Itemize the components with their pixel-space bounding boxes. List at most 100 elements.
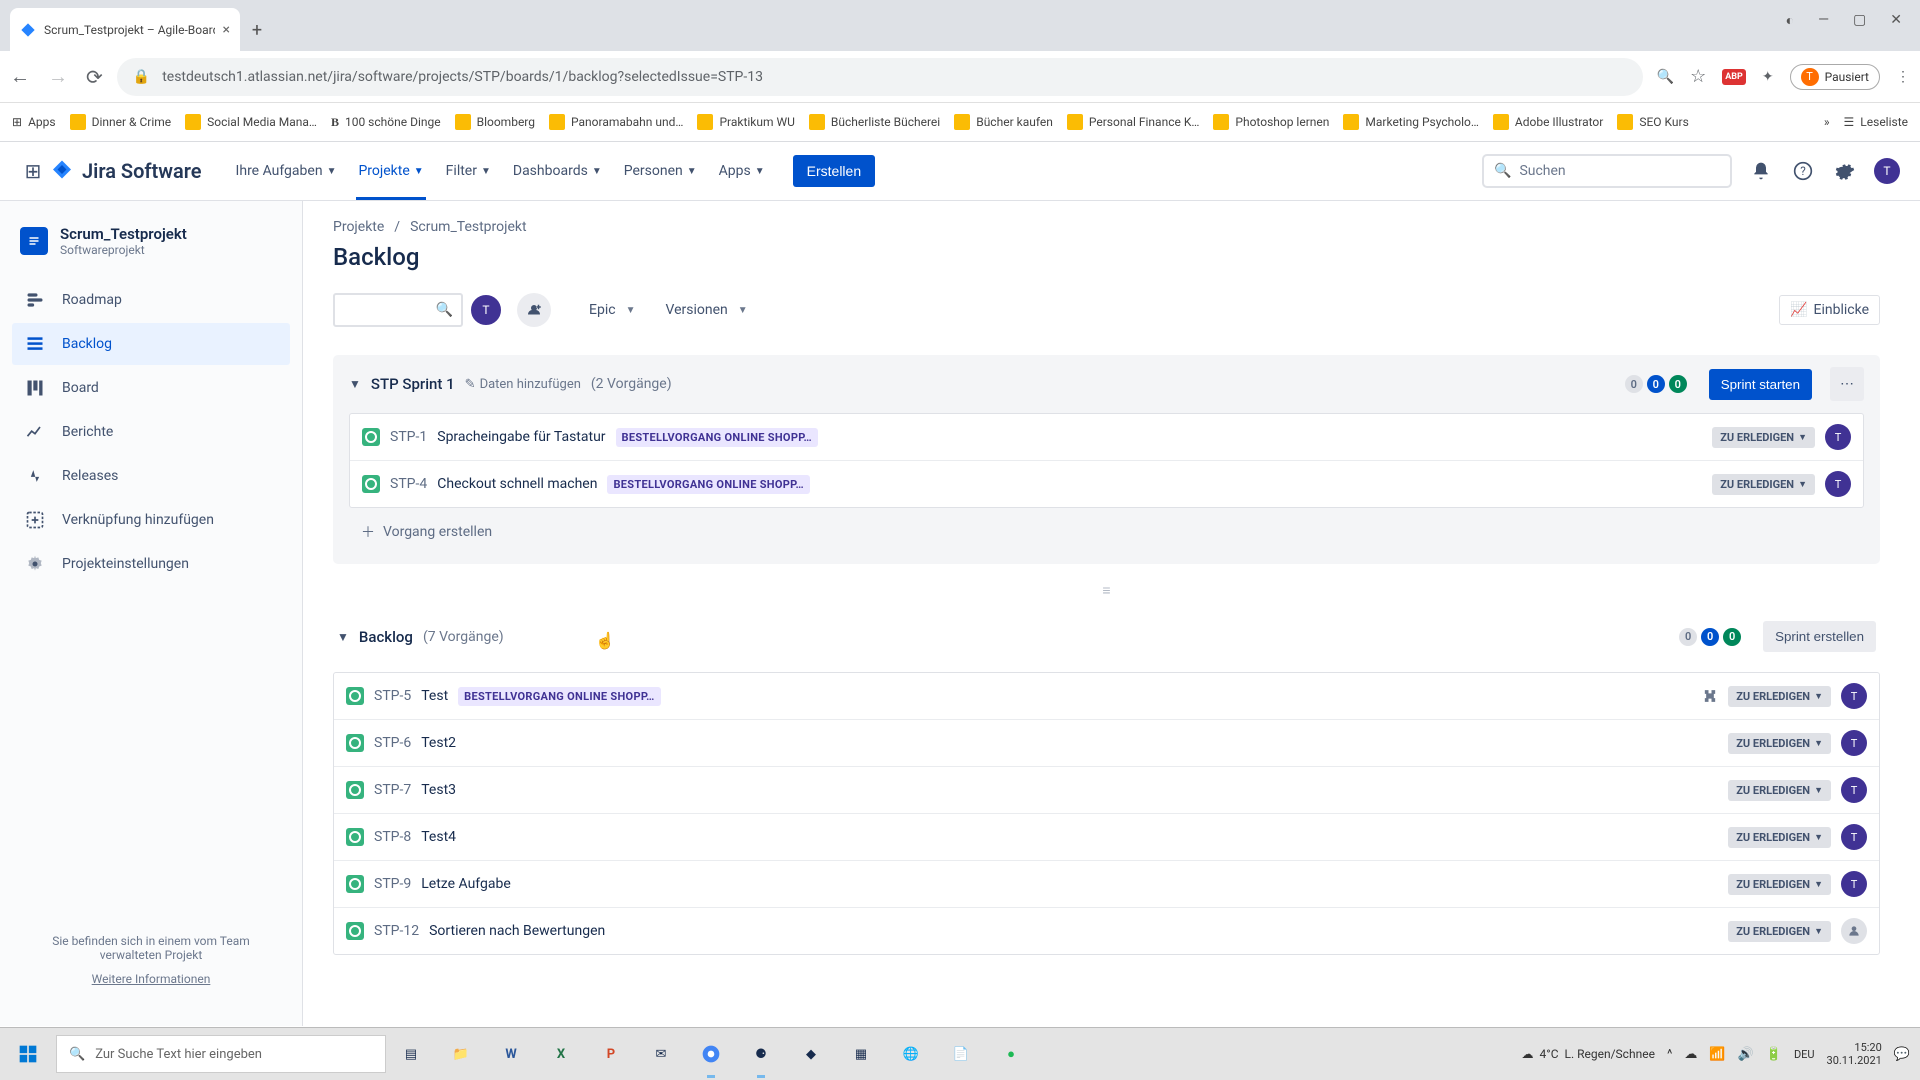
nav-filter[interactable]: Filter▼ xyxy=(436,142,501,200)
sprint-more-button[interactable]: ⋯ xyxy=(1830,367,1864,401)
issue-row[interactable]: STP-12 Sortieren nach BewertungenZU ERLE… xyxy=(334,908,1879,954)
task-view-icon[interactable]: ▤ xyxy=(386,1028,436,1080)
onedrive-icon[interactable]: ☁ xyxy=(1684,1047,1697,1062)
star-icon[interactable]: ☆ xyxy=(1690,66,1706,87)
issue-summary[interactable]: Test3 xyxy=(421,782,456,798)
back-icon[interactable]: ← xyxy=(10,64,30,89)
bookmark-overflow-icon[interactable]: » xyxy=(1824,115,1830,129)
pill-todo[interactable]: 0 xyxy=(1625,375,1643,393)
weather-widget[interactable]: ☁ 4°C L. Regen/Schnee xyxy=(1521,1047,1654,1061)
minimize-icon[interactable]: — xyxy=(1818,12,1829,28)
pill-done[interactable]: 0 xyxy=(1669,375,1687,393)
volume-icon[interactable]: 🔊 xyxy=(1738,1047,1754,1062)
status-dropdown[interactable]: ZU ERLEDIGEN▼ xyxy=(1728,686,1831,707)
nav-projekte[interactable]: Projekte▼ xyxy=(348,142,433,200)
close-window-icon[interactable]: ✕ xyxy=(1890,12,1902,28)
pill-inprogress[interactable]: 0 xyxy=(1701,628,1719,646)
status-dropdown[interactable]: ZU ERLEDIGEN▼ xyxy=(1728,780,1831,801)
nav-ihre-aufgaben[interactable]: Ihre Aufgaben▼ xyxy=(226,142,347,200)
bookmark-item[interactable]: SEO Kurs xyxy=(1617,114,1688,130)
browser-tab[interactable]: Scrum_Testprojekt – Agile-Board × xyxy=(10,8,240,51)
bookmark-item[interactable]: Bloomberg xyxy=(455,114,535,130)
close-icon[interactable]: × xyxy=(223,22,230,38)
wifi-icon[interactable]: 📶 xyxy=(1709,1047,1725,1062)
bookmark-item[interactable]: Bücherliste Bücherei xyxy=(809,114,940,130)
word-icon[interactable]: W xyxy=(486,1028,536,1080)
sprint-name[interactable]: STP Sprint 1 xyxy=(371,375,455,393)
assignee-avatar[interactable]: T xyxy=(1825,471,1851,497)
bookmark-item[interactable]: Marketing Psycholo… xyxy=(1343,114,1478,130)
sidebar-footer-link[interactable]: Weitere Informationen xyxy=(28,972,274,986)
collapse-icon[interactable]: ▼ xyxy=(337,630,349,644)
sidebar-item-link[interactable]: Verknüpfung hinzufügen xyxy=(12,499,290,541)
nav-apps[interactable]: Apps▼ xyxy=(709,142,775,200)
pill-done[interactable]: 0 xyxy=(1723,628,1741,646)
issue-row[interactable]: STP-1 Spracheingabe für TastaturBESTELLV… xyxy=(350,414,1863,461)
sidebar-item-settings[interactable]: Projekteinstellungen xyxy=(12,543,290,585)
breadcrumb-project[interactable]: Scrum_Testprojekt xyxy=(410,219,527,235)
mail-icon[interactable]: ✉ xyxy=(636,1028,686,1080)
sidebar-item-releases[interactable]: Releases xyxy=(12,455,290,497)
settings-icon[interactable] xyxy=(1832,158,1858,184)
explorer-icon[interactable]: 📁 xyxy=(436,1028,486,1080)
epic-tag[interactable]: BESTELLVORGANG ONLINE SHOPP… xyxy=(607,475,809,494)
forward-icon[interactable]: → xyxy=(48,64,68,89)
issue-summary[interactable]: Letze Aufgabe xyxy=(421,876,511,892)
issue-key[interactable]: STP-1 xyxy=(390,429,427,445)
issue-key[interactable]: STP-4 xyxy=(390,476,427,492)
battery-icon[interactable]: 🔋 xyxy=(1766,1047,1782,1062)
issue-key[interactable]: STP-9 xyxy=(374,876,411,892)
incognito-icon[interactable]: ◐ xyxy=(1786,12,1794,29)
jira-logo[interactable]: Jira Software xyxy=(50,159,202,183)
issue-summary[interactable]: Test xyxy=(421,688,448,704)
epic-filter[interactable]: Epic▼ xyxy=(579,294,645,326)
status-dropdown[interactable]: ZU ERLEDIGEN▼ xyxy=(1728,733,1831,754)
bookmark-item[interactable]: Photoshop lernen xyxy=(1213,114,1329,130)
filter-avatar[interactable]: T xyxy=(469,293,503,327)
issue-key[interactable]: STP-5 xyxy=(374,688,411,704)
issue-row[interactable]: STP-7 Test3ZU ERLEDIGEN▼T xyxy=(334,767,1879,814)
epic-tag[interactable]: BESTELLVORGANG ONLINE SHOPP… xyxy=(458,687,660,706)
bookmark-item[interactable]: Bücher kaufen xyxy=(954,114,1053,130)
bookmark-item[interactable]: Praktikum WU xyxy=(697,114,794,130)
status-dropdown[interactable]: ZU ERLEDIGEN▼ xyxy=(1712,427,1815,448)
unassigned-avatar[interactable] xyxy=(1841,918,1867,944)
start-button[interactable] xyxy=(0,1028,56,1080)
issue-key[interactable]: STP-6 xyxy=(374,735,411,751)
create-button[interactable]: Erstellen xyxy=(793,155,875,187)
assignee-avatar[interactable]: T xyxy=(1841,824,1867,850)
issue-row[interactable]: STP-9 Letze Aufgabe ZU ERLEDIGEN▼ T xyxy=(334,861,1879,908)
apps-shortcut[interactable]: ⊞Apps xyxy=(12,115,56,129)
breadcrumb-root[interactable]: Projekte xyxy=(333,219,384,235)
sidebar-item-roadmap[interactable]: Roadmap xyxy=(12,279,290,321)
sidebar-item-reports[interactable]: Berichte xyxy=(12,411,290,453)
create-issue-button[interactable]: ＋ Vorgang erstellen xyxy=(349,512,1864,552)
clock[interactable]: 15:20 30.11.2021 xyxy=(1827,1041,1882,1067)
status-dropdown[interactable]: ZU ERLEDIGEN▼ xyxy=(1728,874,1831,895)
maximize-icon[interactable]: ▢ xyxy=(1853,12,1866,28)
help-icon[interactable]: ? xyxy=(1790,158,1816,184)
pill-inprogress[interactable]: 0 xyxy=(1647,375,1665,393)
insights-button[interactable]: 📈Einblicke xyxy=(1779,295,1880,325)
epic-tag[interactable]: BESTELLVORGANG ONLINE SHOPP… xyxy=(616,428,818,447)
assignee-avatar[interactable]: T xyxy=(1841,730,1867,756)
issue-summary[interactable]: Sortieren nach Bewertungen xyxy=(429,923,605,939)
issue-row[interactable]: STP-8 Test4ZU ERLEDIGEN▼T xyxy=(334,814,1879,861)
assignee-avatar[interactable]: T xyxy=(1841,777,1867,803)
status-dropdown[interactable]: ZU ERLEDIGEN▼ xyxy=(1728,921,1831,942)
language-indicator[interactable]: DEU xyxy=(1794,1048,1815,1061)
backlog-name[interactable]: Backlog xyxy=(359,628,413,646)
add-dates[interactable]: ✎Daten hinzufügen xyxy=(465,377,581,392)
start-sprint-button[interactable]: Sprint starten xyxy=(1709,369,1812,400)
assignee-avatar[interactable]: T xyxy=(1841,871,1867,897)
issue-summary[interactable]: Test2 xyxy=(421,735,456,751)
bookmark-item[interactable]: Panoramabahn und… xyxy=(549,114,683,130)
powerpoint-icon[interactable]: P xyxy=(586,1028,636,1080)
reload-icon[interactable]: ⟳ xyxy=(86,65,103,89)
tray-chevron-icon[interactable]: ^ xyxy=(1667,1047,1672,1062)
status-dropdown[interactable]: ZU ERLEDIGEN▼ xyxy=(1712,474,1815,495)
nav-personen[interactable]: Personen▼ xyxy=(614,142,707,200)
issue-row[interactable]: STP-4 Checkout schnell machenBESTELLVORG… xyxy=(350,461,1863,507)
edge-icon[interactable]: 🌐 xyxy=(886,1028,936,1080)
issue-row[interactable]: STP-5 Test BESTELLVORGANG ONLINE SHOPP… ZU… xyxy=(334,673,1879,720)
